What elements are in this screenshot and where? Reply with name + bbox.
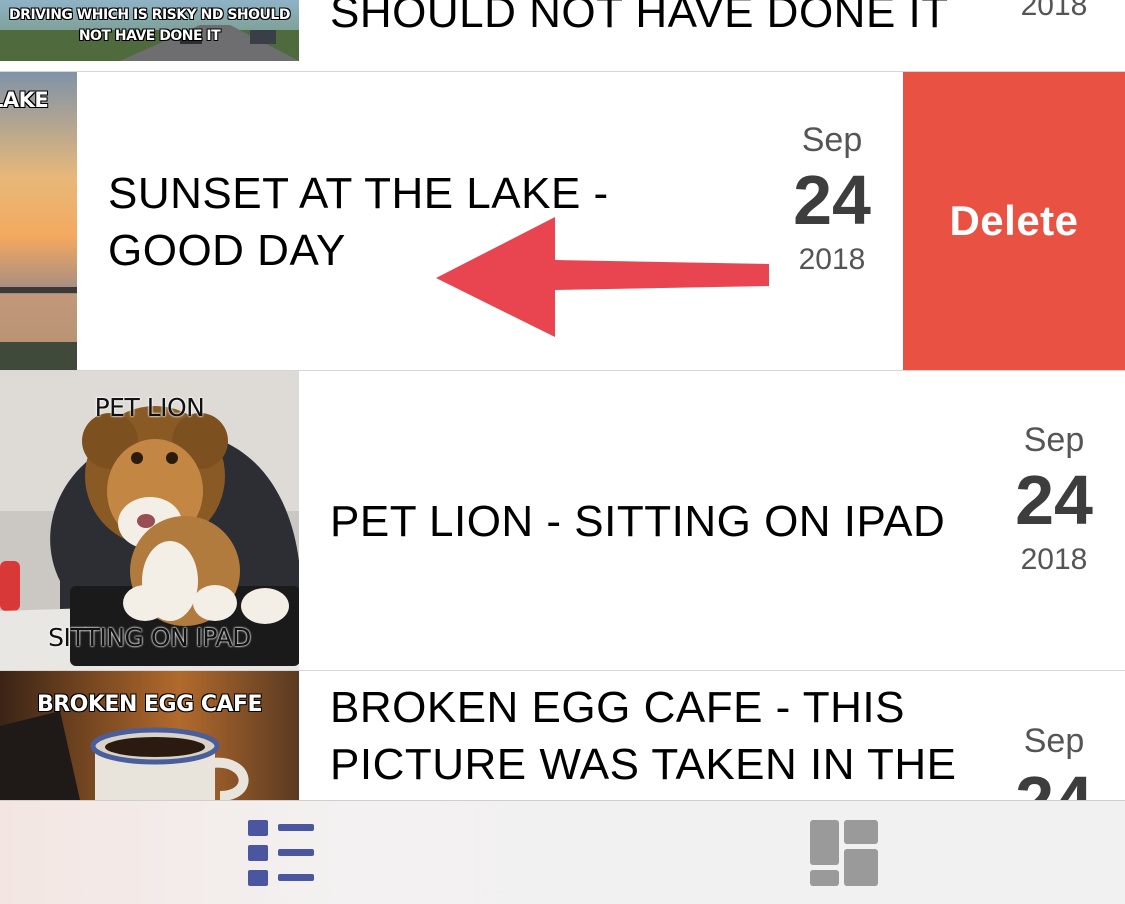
row-date: Sep 24	[994, 721, 1114, 800]
list-item[interactable]: PET LION SITTING ON IPAD PET LION - SITT…	[0, 371, 1125, 671]
date-month: Sep	[801, 121, 863, 159]
date-year: 2018	[798, 243, 866, 276]
list-item[interactable]: BROKEN EGG CAFE BROKEN EGG CAFE - THIS P…	[0, 671, 1125, 800]
tab-bar	[0, 800, 1125, 904]
date-day: 24	[793, 161, 871, 239]
arrow-left-icon	[436, 217, 769, 337]
grid-dashboard-icon	[810, 820, 878, 886]
row-date: Sep 24 2018	[772, 120, 892, 280]
row-title-line2: GOOD DAY	[108, 226, 346, 275]
row-date: 2018	[994, 0, 1114, 26]
thumbnail-image: PET LION SITTING ON IPAD	[0, 371, 299, 671]
row-date: Sep 24 2018	[994, 420, 1114, 580]
thumbnail-caption: ON THE WAY PICTURE TAKEN WHILE DRIVING W…	[9, 0, 290, 44]
row-title-line1: SUNSET AT THE LAKE -	[108, 169, 609, 218]
date-day: 24	[994, 761, 1114, 800]
cafe-mug-photo	[0, 671, 299, 800]
date-year: 2018	[1020, 543, 1088, 576]
thumbnail-image: ON THE WAY PICTURE TAKEN WHILE DRIVING W…	[0, 0, 299, 61]
list-item[interactable]: ON THE WAY PICTURE TAKEN WHILE DRIVING W…	[0, 0, 1125, 72]
row-title-line2: PICTURE WAS TAKEN IN THE	[330, 740, 957, 789]
thumbnail-caption: LAKE	[0, 88, 49, 112]
list-item-swiped[interactable]: LAKE SUNSET AT THE LAKE - GOOD DAY Sep 2…	[0, 72, 1125, 371]
row-title: SHOULD NOT HAVE DONE IT	[330, 0, 949, 37]
list-icon	[248, 820, 314, 886]
date-month: Sep	[1023, 722, 1085, 760]
thumbnail-image: BROKEN EGG CAFE	[0, 671, 299, 800]
thumbnail-image: LAKE	[0, 72, 77, 371]
tab-dashboard[interactable]	[744, 801, 944, 904]
delete-button[interactable]: Delete	[903, 72, 1125, 370]
row-title: PET LION - SITTING ON IPAD	[330, 497, 946, 546]
thumbnail-caption-bottom: SITTING ON IPAD	[48, 623, 251, 652]
date-day: 24	[1015, 461, 1093, 539]
sunset-lake-photo	[0, 72, 77, 371]
thumbnail-caption: BROKEN EGG CAFE	[36, 692, 263, 717]
row-title-line1: BROKEN EGG CAFE - THIS	[330, 683, 905, 732]
date-year: 2018	[1020, 0, 1088, 22]
tab-list[interactable]	[182, 801, 382, 904]
thumbnail-caption-top: PET LION	[94, 393, 205, 422]
date-month: Sep	[1023, 421, 1085, 459]
